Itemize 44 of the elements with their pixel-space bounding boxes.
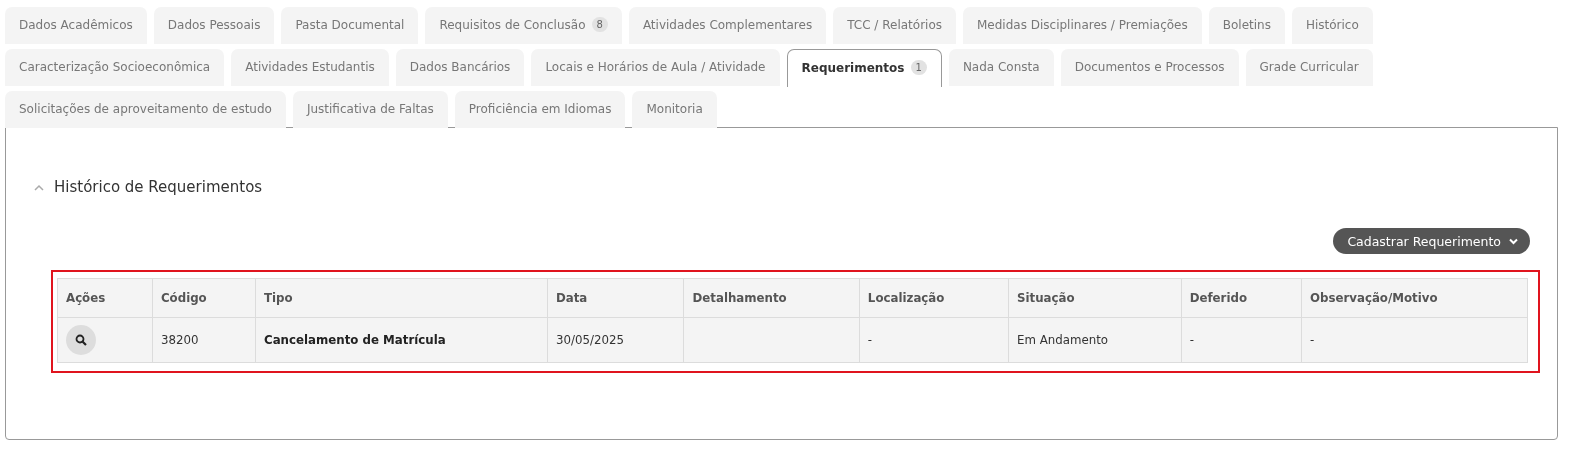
tab[interactable]: Documentos e Processos (1060, 49, 1239, 86)
tab[interactable]: Dados Bancários (395, 49, 525, 86)
tab[interactable]: Nada Consta (948, 49, 1054, 86)
tab[interactable]: Requisitos de Conclusão 8 (425, 7, 622, 44)
tab[interactable]: Boletins (1208, 7, 1285, 44)
tab[interactable]: Atividades Complementares (628, 7, 827, 44)
tab[interactable]: Locais e Horários de Aula / Atividade (531, 49, 780, 86)
tab[interactable]: Atividades Estudantis (231, 49, 389, 86)
column-header: Código (152, 278, 256, 318)
tab[interactable]: Pasta Documental (281, 7, 419, 44)
tab[interactable]: Medidas Disciplinares / Premiações (963, 7, 1202, 44)
count-badge: 8 (591, 17, 608, 32)
column-header: Tipo (255, 278, 548, 318)
count-badge: 1 (910, 60, 927, 75)
table-cell: 30/05/2025 (555, 333, 624, 347)
column-header: Situação (1008, 278, 1182, 318)
register-request-button[interactable]: Cadastrar Requerimento (1333, 228, 1530, 254)
table-cell: Em Andamento (1017, 333, 1109, 347)
table-cell: Cancelamento de Matrícula (264, 333, 446, 347)
table-cell: - (1189, 333, 1194, 347)
section-title: Histórico de Requerimentos (54, 178, 263, 196)
search-button[interactable] (66, 325, 96, 355)
tab[interactable]: Caracterização Socioeconômica (5, 49, 225, 86)
tab[interactable]: TCC / Relatórios (833, 7, 956, 44)
tab[interactable]: Proficiência em Idiomas (454, 91, 626, 128)
table-cell: - (867, 333, 873, 347)
tab[interactable]: Solicitações de aproveitamento de estudo (5, 91, 286, 128)
table-cell: 38200 (160, 333, 199, 347)
tab[interactable]: Justificativa de Faltas (292, 91, 448, 128)
column-header: Observação/Motivo (1301, 278, 1528, 318)
tab[interactable]: Grade Curricular (1245, 49, 1373, 86)
tab[interactable]: Histórico (1291, 7, 1373, 44)
tab[interactable]: Requerimentos 1 (786, 49, 942, 87)
tab[interactable]: Dados Pessoais (153, 7, 275, 44)
column-header: Deferido (1181, 278, 1302, 318)
caret-icon (1509, 237, 1518, 245)
table-cell: - (1309, 333, 1315, 347)
column-header: Detalhamento (684, 278, 860, 318)
search-icon (75, 334, 87, 346)
tab[interactable]: Dados Acadêmicos (5, 7, 147, 44)
tab[interactable]: Monitoria (632, 91, 717, 128)
column-header: Localização (859, 278, 1009, 318)
column-header: Data (547, 278, 684, 318)
column-header: Ações (57, 278, 153, 318)
